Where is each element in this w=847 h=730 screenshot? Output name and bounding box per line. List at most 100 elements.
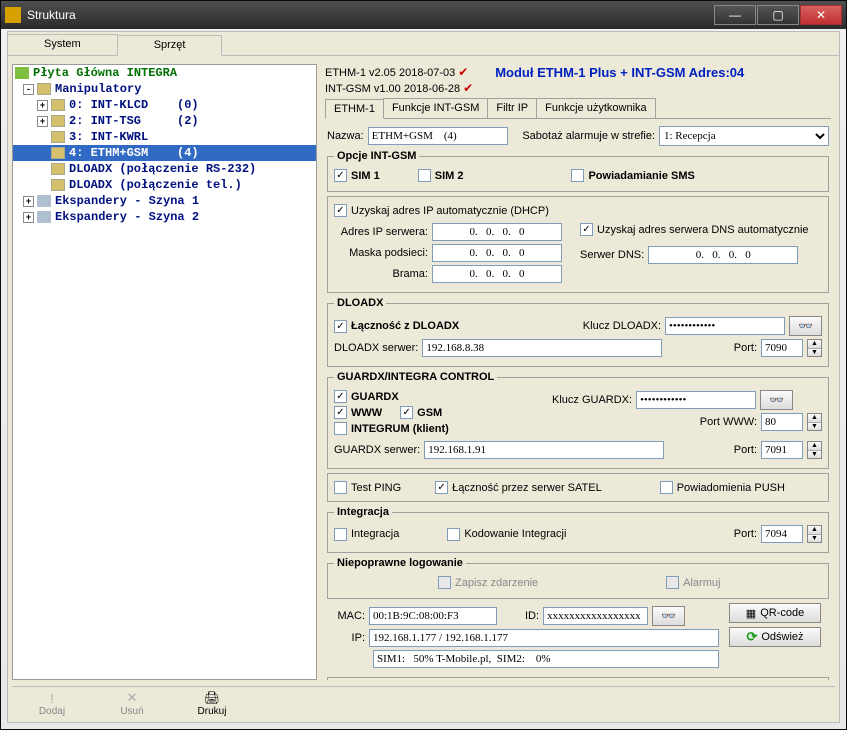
port-spinner[interactable]: ▲▼ (807, 413, 822, 431)
integrum-checkbox[interactable]: INTEGRUM (klient) (334, 422, 449, 435)
expander-icon (37, 211, 51, 223)
ip-fieldset: ✓Uzyskaj adres IP automatycznie (DHCP) A… (327, 196, 829, 293)
guardx-legend: GUARDX/INTEGRA CONTROL (334, 371, 497, 383)
close-button[interactable]: ✕ (800, 5, 842, 25)
device-tree[interactable]: Płyta Główna INTEGRA - Manipulatory +0: … (12, 64, 317, 680)
reveal-key-button[interactable]: 👓 (760, 390, 793, 410)
push-checkbox[interactable]: Powiadomienia PUSH (660, 481, 785, 494)
subtab-userfn[interactable]: Funkcje użytkownika (536, 98, 656, 118)
client-area: System Sprzęt Płyta Główna INTEGRA - Man… (7, 31, 840, 723)
port-spinner[interactable]: ▲▼ (807, 339, 822, 357)
dloadx-conn-checkbox[interactable]: ✓Łączność z DLOADX (334, 320, 459, 333)
save-event-checkbox[interactable]: Zapisz zdarzenie (438, 576, 538, 589)
app-icon (5, 7, 21, 23)
tree-item-selected[interactable]: 4: ETHM+GSM (4) (69, 146, 199, 160)
gsm-checkbox[interactable]: ✓GSM (400, 406, 442, 419)
tree-item[interactable]: 2: INT-TSG (2) (69, 114, 199, 128)
name-input[interactable] (368, 127, 508, 145)
tree-root[interactable]: Płyta Główna INTEGRA (33, 66, 177, 80)
sub-tabs: ETHM-1 Funkcje INT-GSM Filtr IP Funkcje … (325, 98, 831, 119)
www-port-input[interactable] (761, 413, 803, 431)
port-spinner[interactable]: ▲▼ (807, 441, 822, 459)
maximize-button[interactable]: ▢ (757, 5, 799, 25)
ip-input[interactable] (432, 223, 562, 241)
keypad-icon (51, 99, 65, 111)
integration-checkbox[interactable]: Integracja (334, 528, 399, 541)
tree-exp1[interactable]: Ekspandery - Szyna 1 (55, 194, 199, 208)
tab-hardware[interactable]: Sprzęt (117, 35, 223, 56)
badlogin-legend: Niepoprawne logowanie (334, 557, 466, 569)
ip-display[interactable] (369, 629, 719, 647)
integration-code-checkbox[interactable]: Kodowanie Integracji (447, 528, 566, 541)
tree-item[interactable]: 3: INT-KWRL (69, 130, 148, 144)
qr-icon: ▦ (746, 607, 756, 620)
tab-system[interactable]: System (7, 34, 118, 55)
maxlan-fieldset: Maksymalny czas braku kabla LAN: ▲▼ sek. (327, 677, 829, 680)
mask-input[interactable] (432, 244, 562, 262)
dloadx-key-input[interactable] (665, 317, 785, 335)
guardx-key-input[interactable] (636, 391, 756, 409)
integration-port-label: Port: (734, 528, 757, 540)
satel-checkbox[interactable]: ✓Łączność przez serwer SATEL (435, 481, 602, 494)
sms-checkbox[interactable]: Powiadamianie SMS (571, 169, 694, 182)
qr-button[interactable]: ▦QR-code (729, 603, 821, 623)
tree-exp2[interactable]: Ekspandery - Szyna 2 (55, 210, 199, 224)
keypad-icon (51, 163, 65, 175)
reveal-id-button[interactable]: 👓 (652, 606, 685, 626)
port-spinner[interactable]: ▲▼ (807, 525, 822, 543)
sim2-checkbox[interactable]: SIM 2 (418, 169, 464, 182)
mac-input[interactable] (369, 607, 497, 625)
guardx-server-label: GUARDX serwer: (334, 444, 420, 456)
intgsm-fieldset: Opcje INT-GSM ✓SIM 1 SIM 2 Powiadamianie… (327, 150, 829, 192)
tree-manipulatory[interactable]: Manipulatory (55, 82, 141, 96)
dloadx-server-input[interactable] (422, 339, 662, 357)
subtab-intgsm[interactable]: Funkcje INT-GSM (383, 98, 488, 118)
dhcp-checkbox[interactable]: ✓Uzyskaj adres IP automatycznie (DHCP) (334, 204, 549, 217)
module-title: Moduł ETHM-1 Plus + INT-GSM Adres:04 (495, 65, 744, 80)
expander-icon (37, 195, 51, 207)
guardx-key-label: Klucz GUARDX: (552, 394, 632, 406)
id-input[interactable] (543, 607, 648, 625)
dloadx-legend: DLOADX (334, 297, 386, 309)
guardx-port-input[interactable] (761, 441, 803, 459)
print-button[interactable]: 🖨 Drukuj (172, 689, 252, 718)
integration-port-input[interactable] (761, 525, 803, 543)
tree-item[interactable]: 0: INT-KLCD (0) (69, 98, 199, 112)
app-window: Struktura — ▢ ✕ System Sprzęt Płyta Głów… (0, 0, 847, 730)
keypad-icon (51, 147, 65, 159)
subtab-filtrip[interactable]: Filtr IP (487, 98, 537, 118)
delete-button[interactable]: ✕ Usuń (92, 689, 172, 718)
www-checkbox[interactable]: ✓WWW (334, 406, 382, 419)
alarm-checkbox[interactable]: Alarmuj (666, 576, 720, 589)
sabotage-select[interactable]: 1: Recepcja (659, 126, 829, 146)
sim1-checkbox[interactable]: ✓SIM 1 (334, 169, 380, 182)
dns-input[interactable] (648, 246, 798, 264)
guardx-checkbox[interactable]: ✓GUARDX (334, 390, 399, 403)
reveal-key-button[interactable]: 👓 (789, 316, 822, 336)
gw-label: Brama: (334, 268, 428, 280)
dloadx-port-input[interactable] (761, 339, 803, 357)
id-label: ID: (525, 610, 539, 622)
gw-input[interactable] (432, 265, 562, 283)
expand-icon[interactable]: + (37, 100, 48, 111)
tree-item[interactable]: DLOADX (połączenie RS-232) (69, 162, 256, 176)
add-icon: ! (50, 691, 54, 706)
expand-icon[interactable]: + (23, 196, 34, 207)
expand-icon[interactable]: + (23, 212, 34, 223)
minimize-button[interactable]: — (714, 5, 756, 25)
delete-icon: ✕ (127, 690, 138, 706)
sabotage-label: Sabotaż alarmuje w strefie: (522, 130, 655, 142)
subtab-ethm1[interactable]: ETHM-1 (325, 99, 384, 119)
tree-item[interactable]: DLOADX (połączenie tel.) (69, 178, 242, 192)
expand-icon[interactable]: + (37, 116, 48, 127)
misc-fieldset: Test PING ✓Łączność przez serwer SATEL P… (327, 473, 829, 502)
dloadx-key-label: Klucz DLOADX: (583, 320, 661, 332)
ping-checkbox[interactable]: Test PING (334, 481, 401, 494)
refresh-icon: ⟳ (746, 629, 757, 645)
mask-label: Maska podsieci: (334, 247, 428, 259)
guardx-server-input[interactable] (424, 441, 664, 459)
dns-auto-checkbox[interactable]: ✓Uzyskaj adres serwera DNS automatycznie (580, 223, 809, 236)
refresh-button[interactable]: ⟳Odśwież (729, 627, 821, 647)
expand-icon[interactable]: - (23, 84, 34, 95)
add-button[interactable]: ! Dodaj (12, 689, 92, 718)
